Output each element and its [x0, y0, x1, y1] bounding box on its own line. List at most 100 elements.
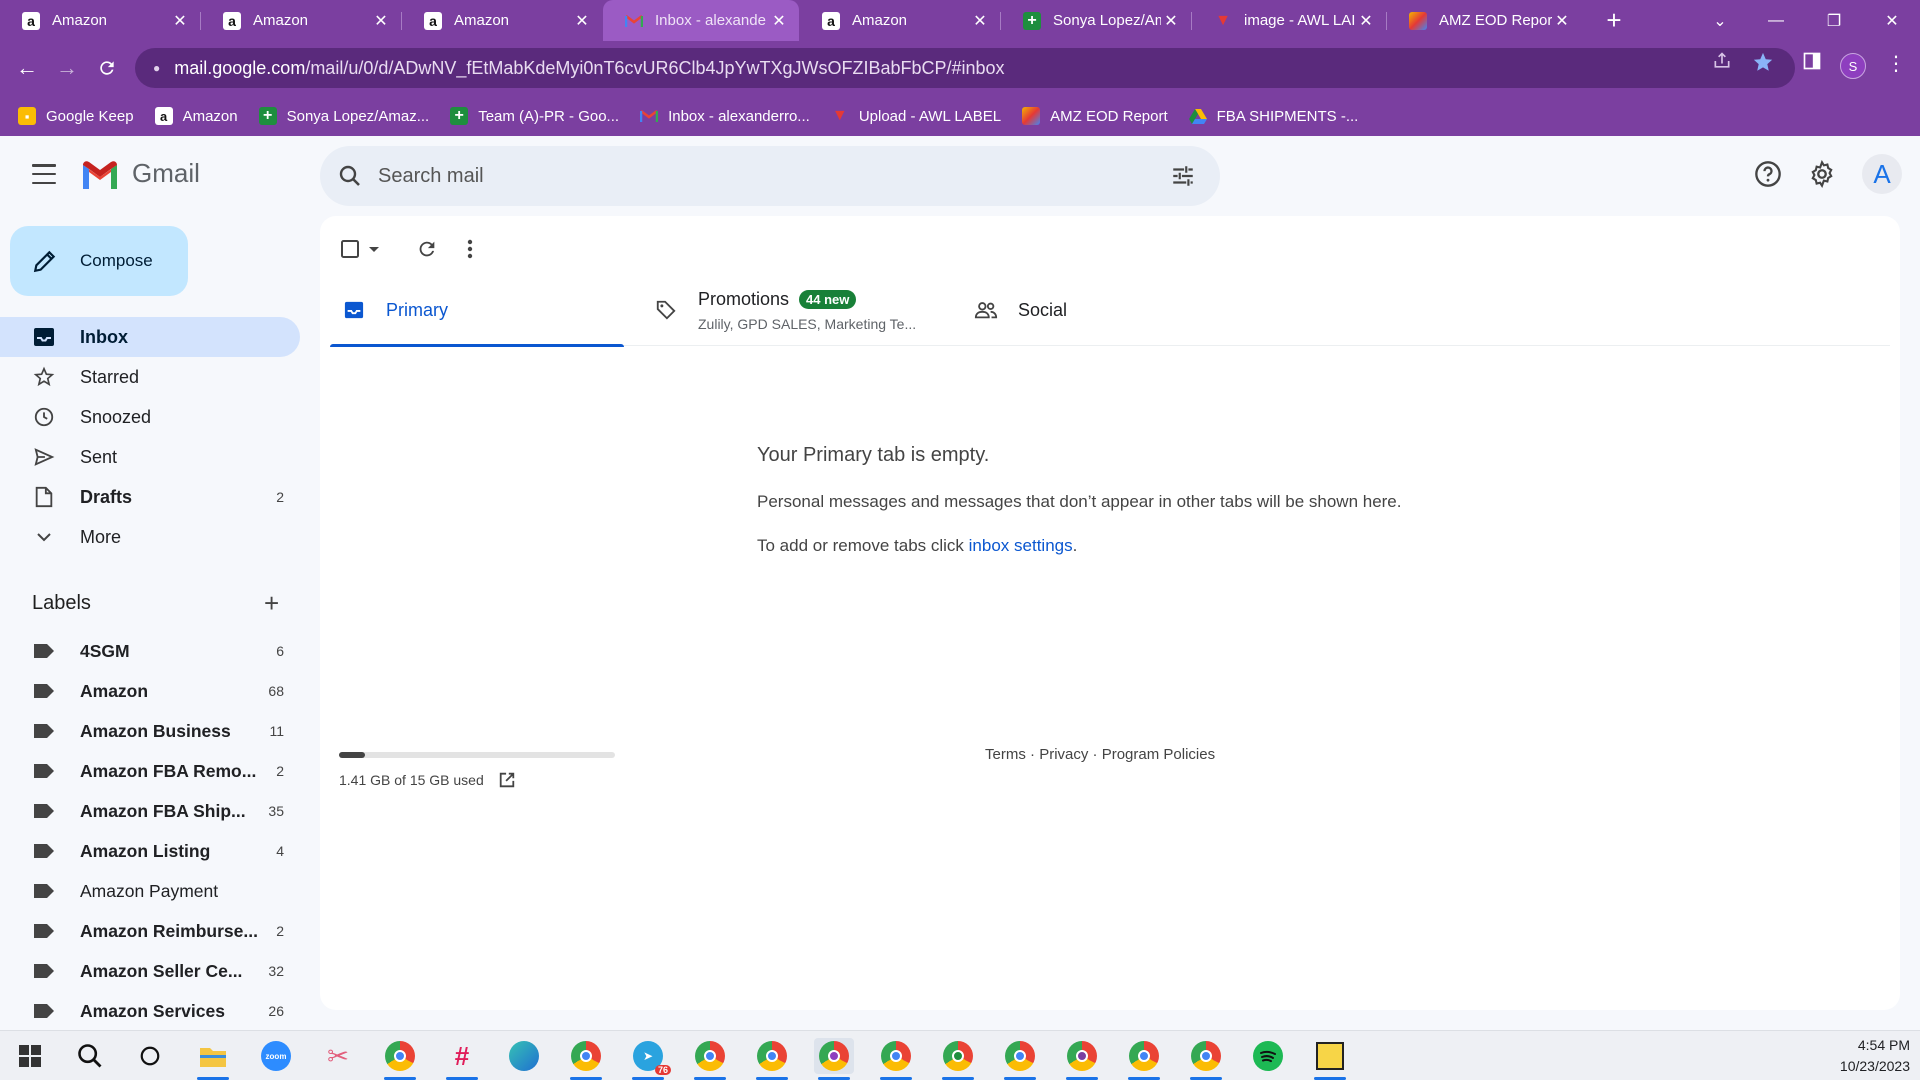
taskbar-search-button[interactable]	[70, 1038, 110, 1074]
bookmark-google-keep[interactable]: ▪ Google Keep	[18, 107, 134, 125]
sidebar-item-more[interactable]: More	[0, 517, 300, 557]
restore-button[interactable]: ❐	[1806, 0, 1862, 41]
tab-social[interactable]: Social	[974, 274, 1254, 346]
taskbar-slack[interactable]: #	[442, 1038, 482, 1080]
taskbar-file-explorer[interactable]	[193, 1038, 233, 1080]
sidebar-item-starred[interactable]: Starred	[0, 357, 300, 397]
task-view-button[interactable]	[130, 1038, 170, 1074]
taskbar-chrome-6[interactable]	[1000, 1038, 1040, 1080]
compose-button[interactable]: Compose	[10, 226, 188, 296]
close-icon[interactable]: ✕	[769, 11, 789, 31]
taskbar-chrome-7[interactable]	[1062, 1038, 1102, 1080]
system-clock[interactable]: 4:54 PM 10/23/2023	[1840, 1035, 1910, 1077]
close-icon[interactable]: ✕	[1552, 11, 1572, 31]
add-label-button[interactable]: +	[264, 588, 279, 619]
gmail-logo[interactable]: Gmail	[80, 158, 200, 189]
label-item[interactable]: Amazon 68	[0, 671, 300, 711]
caret-down-icon[interactable]	[366, 241, 382, 257]
taskbar-chrome-1[interactable]	[566, 1038, 606, 1080]
main-menu-button[interactable]	[28, 161, 60, 187]
sidebar-item-inbox[interactable]: Inbox	[0, 317, 300, 357]
browser-tab[interactable]: a Amazon ✕	[402, 0, 602, 41]
label-item[interactable]: 4SGM 6	[0, 631, 300, 671]
side-panel-icon[interactable]	[1802, 51, 1822, 76]
browser-tab-active[interactable]: Inbox - alexande ✕	[603, 0, 799, 41]
label-item[interactable]: Amazon FBA Ship... 35	[0, 791, 300, 831]
refresh-button[interactable]	[416, 234, 438, 264]
taskbar-snipping-tool[interactable]: ✂	[318, 1038, 358, 1074]
close-icon[interactable]: ✕	[572, 11, 592, 31]
terms-link[interactable]: Terms	[985, 746, 1026, 763]
browser-tab[interactable]: a Amazon ✕	[800, 0, 1000, 41]
search-options-icon[interactable]	[1170, 163, 1196, 194]
open-external-icon[interactable]	[498, 771, 516, 789]
search-input[interactable]	[378, 164, 1138, 188]
program-policies-link[interactable]: Program Policies	[1102, 746, 1215, 763]
browser-tab[interactable]: ▼ image - AWL LAI ✕	[1192, 0, 1386, 41]
taskbar-chrome-active[interactable]	[814, 1038, 854, 1080]
taskbar-chrome-3[interactable]	[752, 1038, 792, 1080]
windows-start-button[interactable]	[10, 1038, 50, 1074]
label-item[interactable]: Amazon Reimburse... 2	[0, 911, 300, 951]
taskbar-chrome-profile[interactable]	[380, 1038, 420, 1080]
search-icon[interactable]	[338, 164, 362, 188]
close-icon[interactable]: ✕	[170, 11, 190, 31]
label-item[interactable]: Amazon Listing 4	[0, 831, 300, 871]
sidebar-item-sent[interactable]: Sent	[0, 437, 300, 477]
taskbar-zoom[interactable]: zoom	[256, 1038, 296, 1074]
tab-search-button[interactable]: ⌄	[1692, 0, 1748, 41]
search-bar[interactable]	[320, 146, 1220, 206]
label-item[interactable]: Amazon FBA Remo... 2	[0, 751, 300, 791]
bookmark-sonya-lopez[interactable]: + Sonya Lopez/Amaz...	[258, 107, 429, 125]
close-icon[interactable]: ✕	[970, 11, 990, 31]
label-item[interactable]: Amazon Business 11	[0, 711, 300, 751]
back-button[interactable]: ←	[10, 51, 44, 85]
close-icon[interactable]: ✕	[1161, 11, 1181, 31]
minimize-button[interactable]: —	[1748, 0, 1804, 41]
taskbar-telegram[interactable]: ➤ 76	[628, 1038, 671, 1080]
taskbar-chrome-5[interactable]	[938, 1038, 978, 1080]
sidebar-item-drafts[interactable]: Drafts 2	[0, 477, 300, 517]
taskbar-chrome-4[interactable]	[876, 1038, 916, 1080]
taskbar-edge[interactable]	[504, 1038, 544, 1074]
bookmark-amazon[interactable]: a Amazon	[154, 107, 238, 125]
reload-button[interactable]	[90, 51, 124, 85]
help-icon[interactable]	[1752, 158, 1784, 190]
new-tab-button[interactable]: +	[1599, 6, 1629, 36]
tab-promotions[interactable]: Promotions 44 new Zulily, GPD SALES, Mar…	[654, 274, 954, 346]
bookmark-upload-awl[interactable]: ▼ Upload - AWL LABEL	[831, 107, 1001, 125]
bookmark-fba-shipments[interactable]: FBA SHIPMENTS -...	[1188, 107, 1358, 125]
select-checkbox[interactable]	[340, 234, 382, 264]
browser-tab[interactable]: a Amazon ✕	[201, 0, 401, 41]
taskbar-chrome-8[interactable]	[1124, 1038, 1164, 1080]
close-icon[interactable]: ✕	[371, 11, 391, 31]
close-icon[interactable]: ✕	[1356, 11, 1376, 31]
browser-tab[interactable]: + Sonya Lopez/Am ✕	[1001, 0, 1191, 41]
inbox-settings-link[interactable]: inbox settings	[969, 536, 1073, 555]
privacy-link[interactable]: Privacy	[1039, 746, 1088, 763]
close-window-button[interactable]: ✕	[1864, 0, 1920, 41]
bookmark-team-pr[interactable]: + Team (A)-PR - Goo...	[450, 107, 619, 125]
browser-profile-avatar[interactable]: S	[1840, 53, 1866, 79]
bookmark-star-icon[interactable]	[1752, 51, 1774, 78]
taskbar-chrome-9[interactable]	[1186, 1038, 1226, 1080]
forward-button[interactable]: →	[50, 51, 84, 85]
address-bar[interactable]: ● mail.google.com/mail/u/0/d/ADwNV_fEtMa…	[135, 48, 1795, 88]
taskbar-spotify[interactable]	[1248, 1038, 1288, 1074]
browser-tab[interactable]: a Amazon ✕	[0, 0, 200, 41]
label-item[interactable]: Amazon Seller Ce... 32	[0, 951, 300, 991]
browser-menu-icon[interactable]: ⋮	[1886, 51, 1906, 76]
more-options-button[interactable]	[466, 234, 474, 264]
label-item[interactable]: Amazon Services 26	[0, 991, 300, 1027]
sidebar-item-snoozed[interactable]: Snoozed	[0, 397, 300, 437]
account-avatar[interactable]: A	[1862, 154, 1902, 194]
taskbar-chrome-2[interactable]	[690, 1038, 730, 1080]
tab-primary[interactable]: Primary	[330, 274, 624, 347]
bookmark-inbox[interactable]: Inbox - alexanderro...	[640, 107, 810, 125]
taskbar-sticky-notes[interactable]	[1310, 1038, 1350, 1080]
browser-tab[interactable]: AMZ EOD Repor ✕	[1387, 0, 1582, 41]
label-item[interactable]: Amazon Payment	[0, 871, 300, 911]
bookmark-amz-eod[interactable]: AMZ EOD Report	[1022, 107, 1168, 125]
share-icon[interactable]	[1712, 51, 1732, 76]
settings-gear-icon[interactable]	[1806, 158, 1838, 190]
